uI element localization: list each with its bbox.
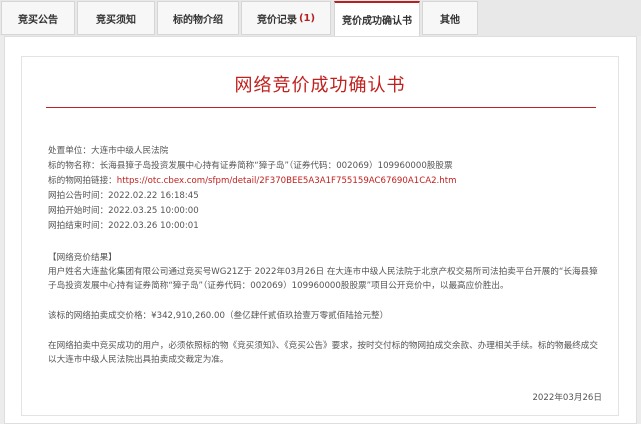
document-date: 2022年03月26日 xyxy=(532,393,602,403)
result-paragraph: 用户姓名大连盐化集团有限公司通过竞买号WG21Z于 2022年03月26日 在大… xyxy=(48,267,598,291)
item-link-label: 标的物网拍链接： xyxy=(48,176,117,186)
end-time-label: 网拍结束时间： xyxy=(48,221,109,231)
tab-bid-success-confirmation[interactable]: 竞价成功确认书 xyxy=(334,1,420,37)
end-time-value: 2022.03.26 10:00:01 xyxy=(108,221,199,231)
item-name-value: 长海县獐子岛投资发展中心持有证券简称“獐子岛”（证券代码：002069）1099… xyxy=(99,161,453,171)
tab-label: 竞买公告 xyxy=(18,14,58,26)
confirmation-document: 网络竞价成功确认书 处置单位：大连市中级人民法院 标的物名称：长海县獐子岛投资发… xyxy=(21,56,619,416)
start-time-row: 网拍开始时间：2022.03.25 10:00:00 xyxy=(48,206,199,217)
tab-auction-announcement[interactable]: 竞买公告 xyxy=(1,1,75,35)
start-time-label: 网拍开始时间： xyxy=(48,206,109,216)
start-time-value: 2022.03.25 10:00:00 xyxy=(108,206,199,216)
tab-item-introduction[interactable]: 标的物介绍 xyxy=(157,1,239,35)
tab-label: 竞买须知 xyxy=(96,14,136,26)
announce-time-row: 网拍公告时间：2022.02.22 16:18:45 xyxy=(48,191,199,202)
tab-bidding-notice[interactable]: 竞买须知 xyxy=(77,1,155,35)
bid-count-badge: (1) xyxy=(298,12,316,24)
tab-bar: 竞买公告 竞买须知 标的物介绍 竞价记录 (1) 竞价成功确认书 其他 xyxy=(0,0,641,37)
notice-paragraph: 在网络拍卖中竞买成功的用户，必须依照标的物《竞买须知》、《竞买公告》要求，按时交… xyxy=(48,341,598,365)
tab-label: 竞价记录 xyxy=(256,14,297,26)
tab-label: 标的物介绍 xyxy=(173,14,223,26)
item-name-label: 标的物名称： xyxy=(48,161,100,171)
item-link-row: 标的物网拍链接：https://otc.cbex.com/sfpm/detail… xyxy=(48,176,456,187)
disposal-unit-row: 处置单位：大连市中级人民法院 xyxy=(48,146,168,157)
title-divider xyxy=(46,107,596,108)
item-name-row: 标的物名称：长海县獐子岛投资发展中心持有证券简称“獐子岛”（证券代码：00206… xyxy=(48,161,453,172)
document-title: 网络竞价成功确认书 xyxy=(234,75,406,96)
tab-bid-records[interactable]: 竞价记录 (1) xyxy=(241,1,331,35)
disposal-unit-label: 处置单位： xyxy=(48,146,91,156)
tab-content-panel: 网络竞价成功确认书 处置单位：大连市中级人民法院 标的物名称：长海县獐子岛投资发… xyxy=(4,36,637,424)
announce-time-value: 2022.02.22 16:18:45 xyxy=(108,191,199,201)
final-price-label: 该标的网络拍卖成交价格： xyxy=(48,311,152,321)
disposal-unit-value: 大连市中级人民法院 xyxy=(90,146,169,156)
announce-time-label: 网拍公告时间： xyxy=(48,191,109,201)
tab-label: 其他 xyxy=(440,14,460,26)
item-link[interactable]: https://otc.cbex.com/sfpm/detail/2F370BE… xyxy=(117,176,457,186)
final-price-row: 该标的网络拍卖成交价格：¥342,910,260.00（叁亿肆仟贰佰玖拾壹万零贰… xyxy=(48,311,388,322)
result-heading: 【网络竞价结果】 xyxy=(48,253,117,263)
end-time-row: 网拍结束时间：2022.03.26 10:00:01 xyxy=(48,221,199,232)
final-price-value: ¥342,910,260.00（叁亿肆仟贰佰玖拾壹万零贰佰陆拾元整） xyxy=(151,311,389,321)
tab-label: 竞价成功确认书 xyxy=(342,16,412,27)
tab-other[interactable]: 其他 xyxy=(422,1,478,35)
